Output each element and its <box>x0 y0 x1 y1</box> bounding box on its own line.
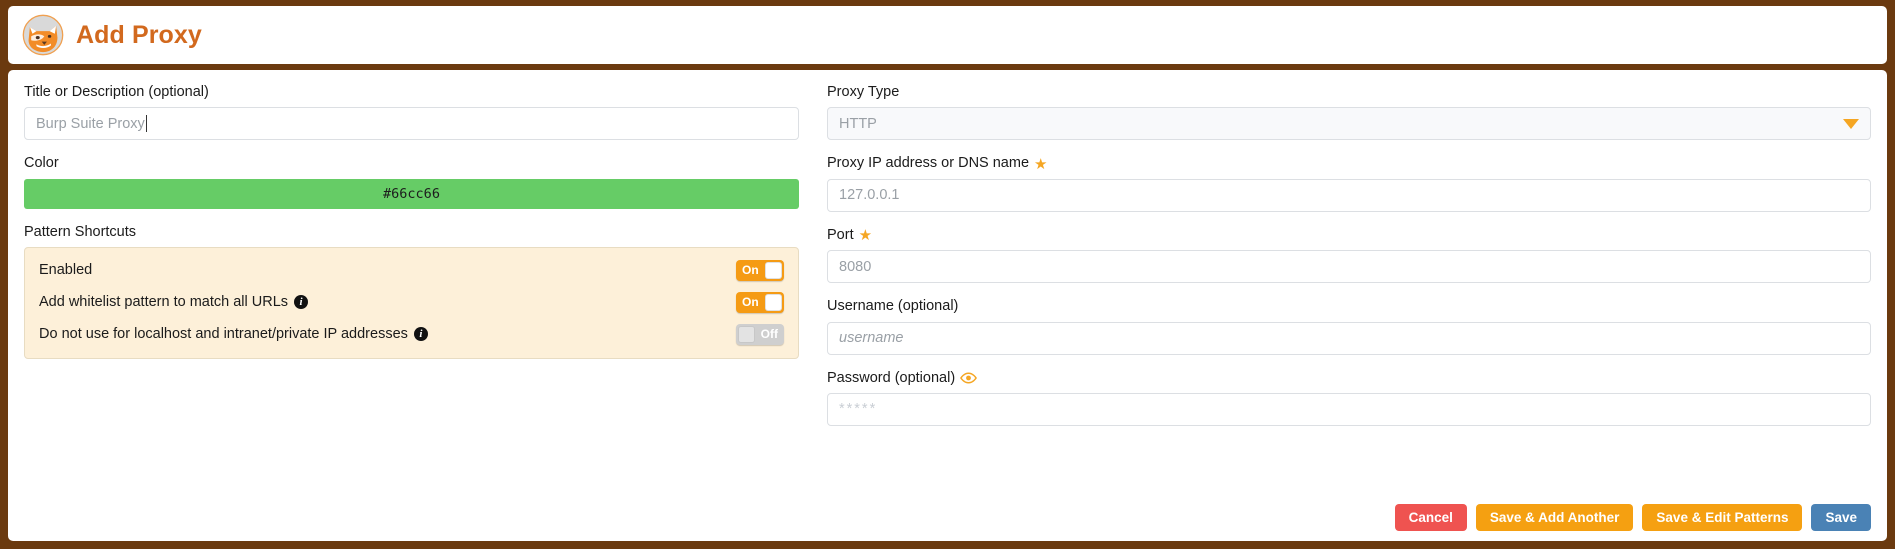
save-edit-patterns-button[interactable]: Save & Edit Patterns <box>1642 504 1803 531</box>
username-label: Username (optional) <box>827 298 959 315</box>
toggle-whitelist-all-urls[interactable]: On <box>736 291 784 313</box>
window-header: Add Proxy <box>8 6 1887 64</box>
title-input-value: Burp Suite Proxy <box>36 115 145 132</box>
port-input[interactable]: 8080 <box>827 250 1871 284</box>
required-star-icon: ★ <box>858 226 873 244</box>
proxy-ip-input[interactable]: 127.0.0.1 <box>827 178 1871 212</box>
proxy-type-value: HTTP <box>839 115 877 132</box>
pattern-shortcuts-label: Pattern Shortcuts <box>24 223 137 240</box>
pattern-row-localhost: Do not use for localhost and intranet/pr… <box>39 318 784 350</box>
toggle-knob <box>765 293 782 311</box>
pattern-row-label: Do not use for localhost and intranet/pr… <box>39 326 428 342</box>
color-field-label: Color <box>24 155 59 172</box>
title-input[interactable]: Burp Suite Proxy <box>24 107 799 141</box>
proxy-type-select[interactable]: HTTP <box>827 107 1871 141</box>
password-label: Password (optional) <box>827 370 1871 387</box>
right-column: Proxy Type HTTP Proxy IP address or DNS … <box>827 84 1871 531</box>
eye-icon[interactable] <box>960 372 978 384</box>
form-body: Title or Description (optional) Burp Sui… <box>8 70 1887 541</box>
color-hex-value: #66cc66 <box>383 185 440 202</box>
proxy-type-label: Proxy Type <box>827 84 900 100</box>
page-title: Add Proxy <box>76 20 202 49</box>
pattern-row-enabled: Enabled On <box>39 254 784 286</box>
cancel-button[interactable]: Cancel <box>1394 504 1467 531</box>
password-placeholder: ***** <box>839 401 878 418</box>
color-swatch[interactable]: #66cc66 <box>24 178 799 209</box>
action-buttons: Cancel Save & Add Another Save & Edit Pa… <box>827 496 1871 531</box>
pattern-row-whitelist: Add whitelist pattern to match all URLs … <box>39 286 784 318</box>
pattern-row-label: Enabled <box>39 262 93 279</box>
pattern-shortcuts-panel: Enabled On Add whitelist pattern to matc… <box>24 247 799 360</box>
save-button[interactable]: Save <box>1811 504 1871 531</box>
title-field-label: Title or Description (optional) <box>24 84 209 100</box>
toggle-knob <box>738 325 755 343</box>
add-proxy-window: Add Proxy Title or Description (optional… <box>0 0 1895 549</box>
proxy-ip-label: Proxy IP address or DNS name ★ <box>827 155 1048 173</box>
proxy-ip-placeholder: 127.0.0.1 <box>839 187 900 204</box>
fox-logo-icon <box>22 14 64 56</box>
toggle-skip-localhost[interactable]: Off <box>736 323 784 345</box>
pattern-row-label: Add whitelist pattern to match all URLs … <box>39 294 309 310</box>
info-icon[interactable]: i <box>294 295 309 310</box>
password-input[interactable]: ***** <box>827 392 1871 426</box>
info-icon[interactable]: i <box>413 327 428 342</box>
port-placeholder: 8080 <box>839 258 872 275</box>
left-column: Title or Description (optional) Burp Sui… <box>24 84 799 531</box>
toggle-knob <box>765 261 782 279</box>
required-star-icon: ★ <box>1034 155 1048 173</box>
port-label: Port ★ <box>827 226 873 244</box>
chevron-down-icon <box>1843 118 1859 129</box>
username-placeholder: username <box>839 330 904 347</box>
save-add-another-button[interactable]: Save & Add Another <box>1475 504 1634 531</box>
toggle-enabled[interactable]: On <box>736 259 784 281</box>
username-input[interactable]: username <box>827 321 1871 355</box>
text-caret <box>145 115 147 133</box>
